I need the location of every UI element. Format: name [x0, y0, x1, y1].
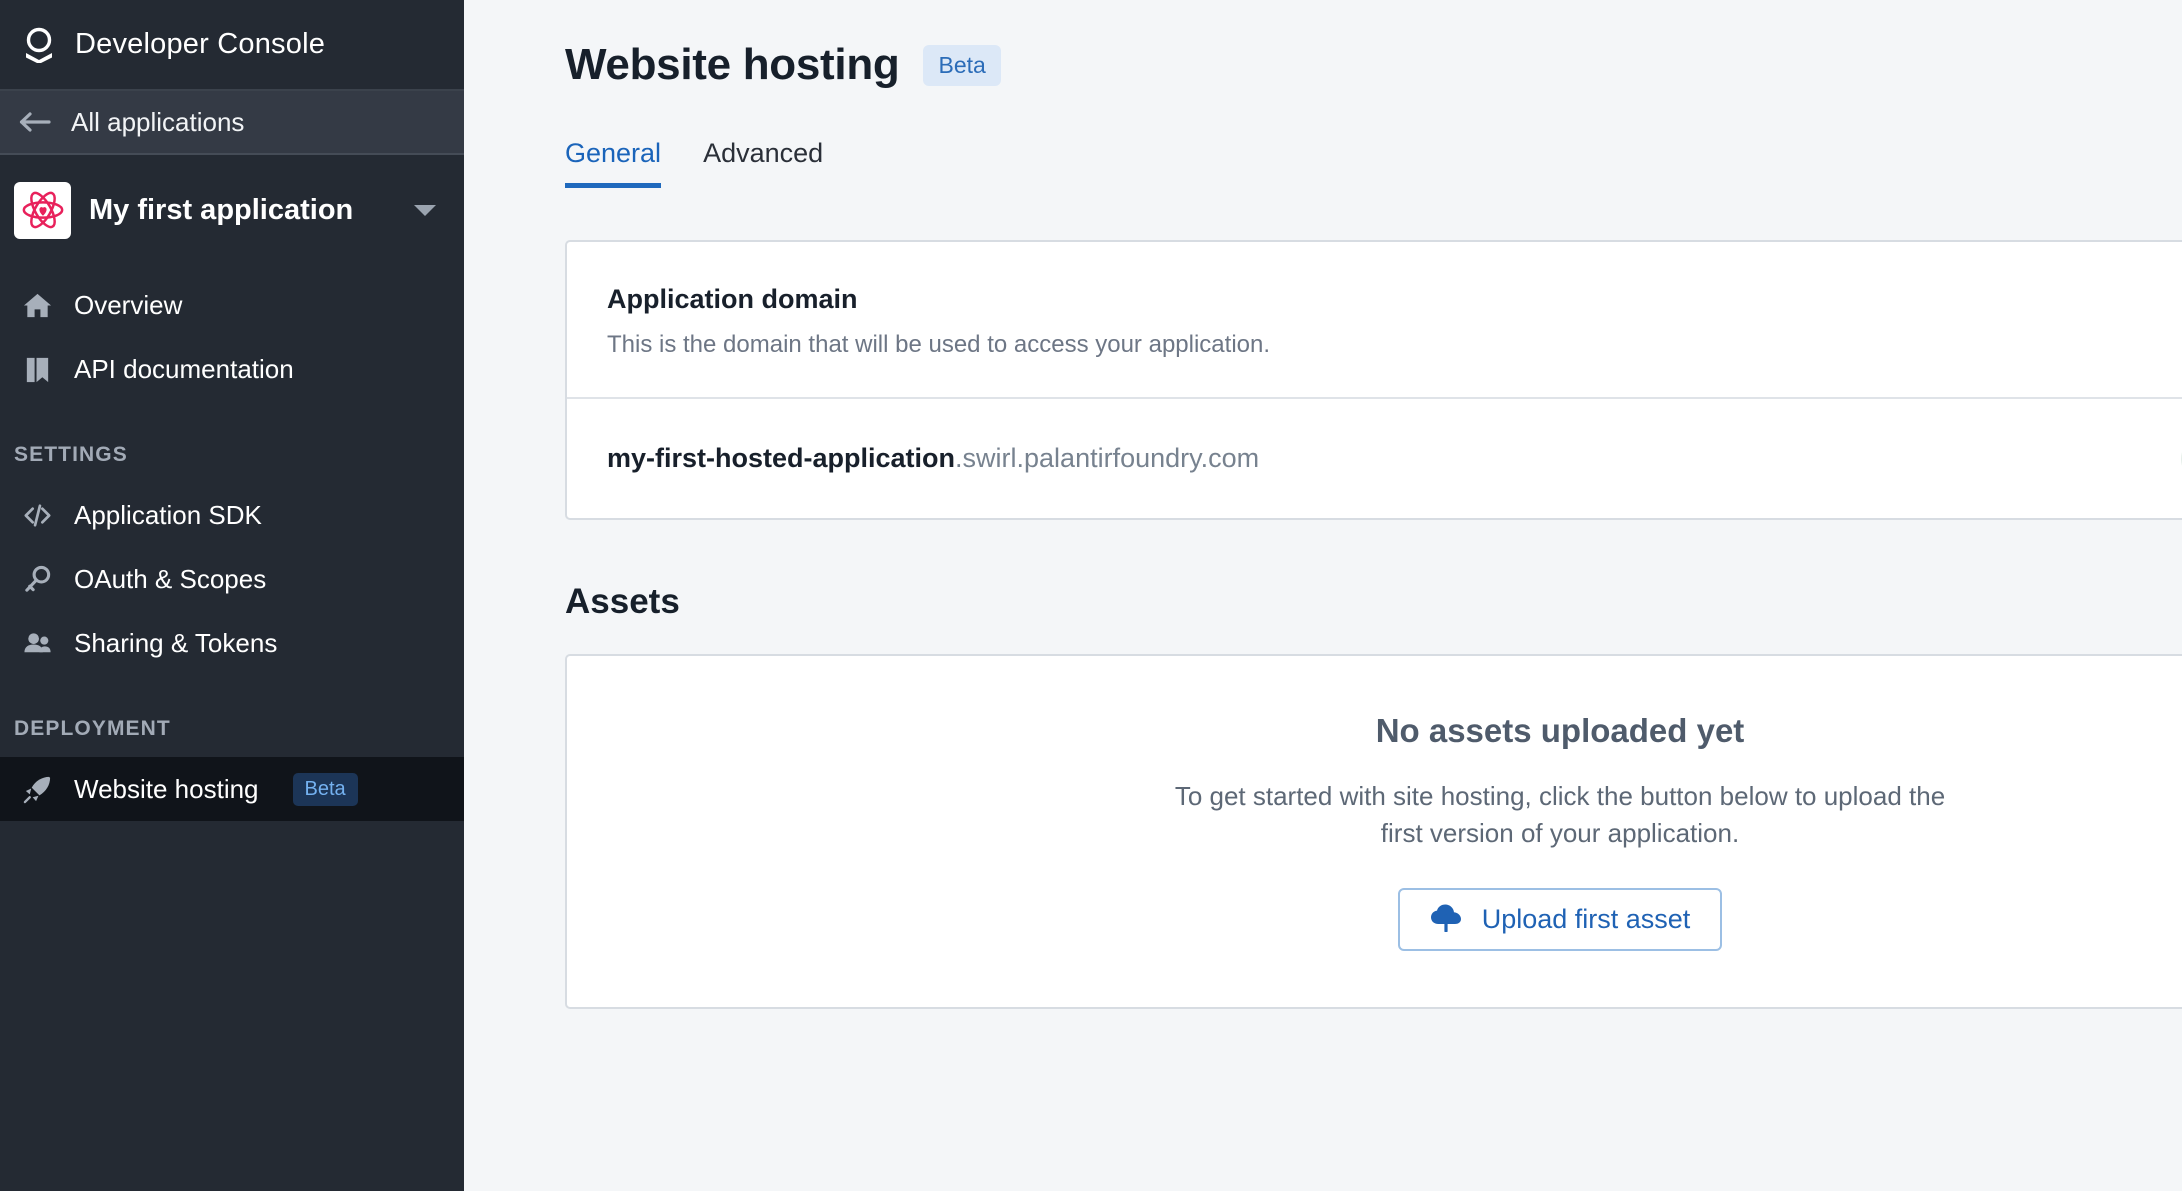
application-domain-card-header: Application domain This is the domain th…: [567, 242, 2182, 397]
sidebar-item-oauth-scopes-label: OAuth & Scopes: [74, 563, 267, 594]
assets-card: No assets uploaded yet To get started wi…: [565, 654, 2182, 1009]
app-root: Developer Console All applications My fi…: [0, 0, 2182, 1191]
sidebar-item-sharing-tokens-label: Sharing & Tokens: [74, 627, 278, 658]
sidebar-item-overview[interactable]: Overview: [0, 273, 464, 337]
chevron-down-icon[interactable]: [412, 202, 438, 218]
sidebar-item-oauth-scopes[interactable]: OAuth & Scopes: [0, 547, 464, 611]
brand-title: Developer Console: [75, 28, 326, 60]
domain-row: my-first-hosted-application.swirl.palant…: [567, 397, 2182, 518]
all-applications-link[interactable]: All applications: [0, 91, 464, 155]
arrow-left-icon: [18, 111, 51, 133]
application-domain-description: This is the domain that will be used to …: [607, 331, 1271, 358]
sidebar-item-application-sdk-label: Application SDK: [74, 499, 262, 530]
code-brackets-icon: [20, 498, 54, 532]
application-domain-heading: Application domain: [607, 284, 858, 314]
domain-suffix: .swirl.palantirfoundry.com: [955, 443, 1260, 473]
atom-heart-app-icon: [14, 181, 71, 239]
brand-header[interactable]: Developer Console: [0, 0, 464, 91]
rocket-icon: [20, 772, 54, 806]
page-title: Website hosting: [565, 40, 900, 89]
sidebar-item-overview-label: Overview: [74, 289, 183, 320]
tab-general[interactable]: General: [565, 138, 662, 188]
sidebar-item-application-sdk[interactable]: Application SDK: [0, 483, 464, 547]
book-icon: [20, 352, 54, 386]
home-icon: [20, 288, 54, 322]
application-selector[interactable]: My first application: [0, 155, 464, 265]
assets-section-title: Assets: [565, 582, 680, 621]
all-applications-label: All applications: [71, 106, 245, 137]
tab-bar: General Advanced: [464, 138, 2182, 188]
sidebar-item-api-documentation-label: API documentation: [74, 353, 294, 384]
domain-value: my-first-hosted-application.swirl.palant…: [607, 443, 2181, 474]
sidebar-item-api-documentation[interactable]: API documentation: [0, 337, 464, 401]
sidebar-section-settings: SETTINGS: [14, 443, 128, 466]
cloud-upload-icon: [1430, 904, 1464, 935]
sidebar-nav: Overview API documentation SETTINGS Appl…: [0, 265, 464, 821]
application-domain-card: Application domain This is the domain th…: [565, 240, 2182, 520]
domain-subdomain: my-first-hosted-application: [607, 443, 956, 473]
sidebar-item-website-hosting-label: Website hosting: [74, 773, 259, 804]
sidebar: Developer Console All applications My fi…: [0, 0, 464, 1191]
upload-first-asset-label: Upload first asset: [1481, 903, 1691, 934]
application-name: My first application: [89, 193, 354, 226]
page-header: Website hosting Beta: [464, 40, 2182, 90]
sidebar-item-website-hosting[interactable]: Website hosting Beta: [0, 757, 464, 821]
assets-empty-body: To get started with site hosting, click …: [1174, 781, 1946, 848]
palantir-logo-icon: [22, 27, 56, 64]
key-icon: [20, 562, 54, 596]
sidebar-item-website-hosting-badge: Beta: [292, 772, 358, 806]
sidebar-item-sharing-tokens[interactable]: Sharing & Tokens: [0, 611, 464, 675]
sidebar-section-deployment: DEPLOYMENT: [14, 717, 171, 740]
people-icon: [20, 626, 54, 660]
tab-advanced[interactable]: Advanced: [703, 138, 823, 188]
upload-first-asset-button[interactable]: Upload first asset: [1397, 887, 1723, 951]
page-title-beta-badge: Beta: [923, 44, 1001, 86]
main-content: Website hosting Beta General Advanced Ap…: [464, 0, 2182, 1191]
assets-empty-title: No assets uploaded yet: [1375, 712, 1745, 750]
